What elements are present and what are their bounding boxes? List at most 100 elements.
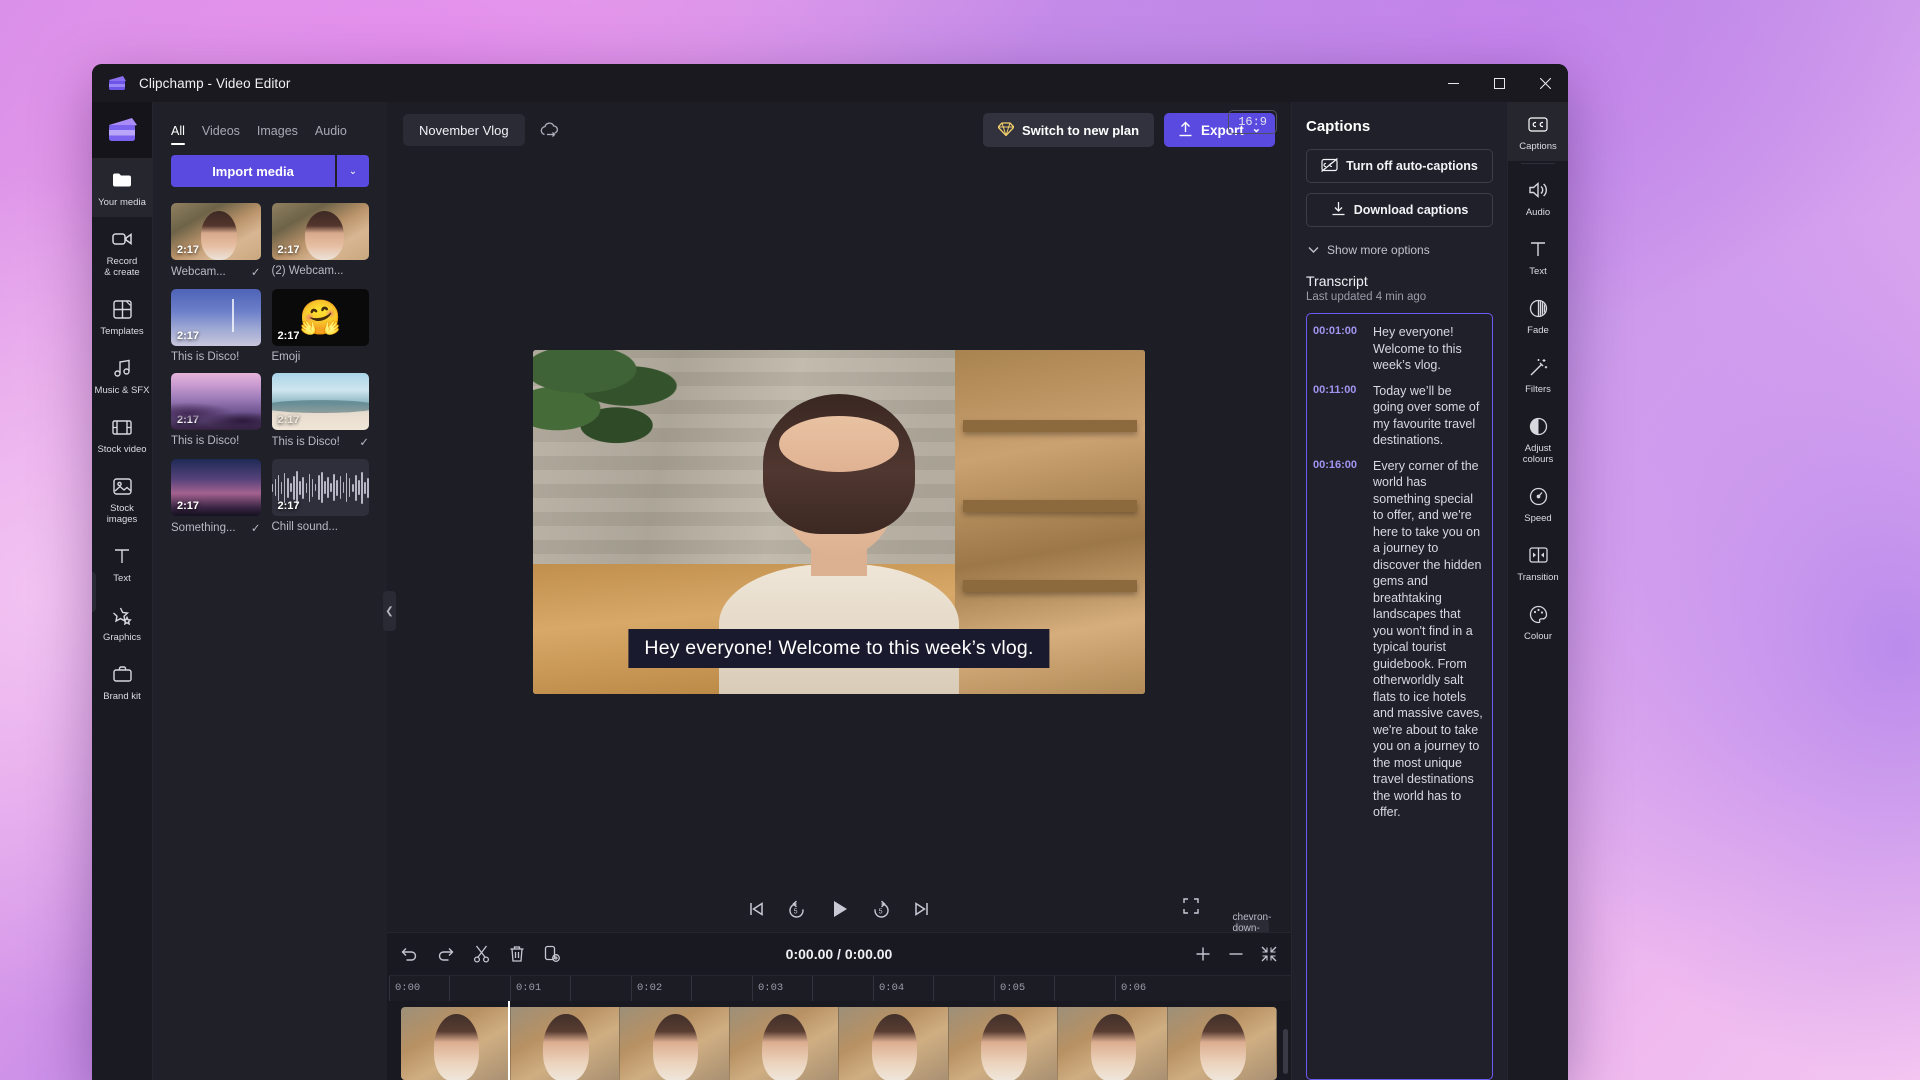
- right-item-label: Adjust colours: [1522, 443, 1554, 465]
- sidebar-item-graphics[interactable]: Graphics: [92, 593, 152, 652]
- right-item-colour[interactable]: Colour: [1508, 592, 1568, 651]
- forward-5-button[interactable]: 5: [872, 900, 891, 919]
- duplicate-button[interactable]: [544, 945, 560, 963]
- image-icon: [111, 475, 133, 497]
- project-name-field[interactable]: November Vlog: [403, 114, 525, 146]
- right-item-filters[interactable]: Filters: [1508, 345, 1568, 404]
- check-icon: ✓: [250, 523, 261, 535]
- svg-text:5: 5: [794, 908, 798, 915]
- video-preview[interactable]: Hey everyone! Welcome to this week’s vlo…: [533, 350, 1145, 694]
- sidebar-item-stock-video[interactable]: Stock video: [92, 405, 152, 464]
- tab-audio[interactable]: Audio: [315, 124, 347, 145]
- play-button[interactable]: [828, 898, 850, 920]
- sidebar-item-stock-images[interactable]: Stock images: [92, 464, 152, 534]
- media-item[interactable]: 2:17 Webcam... ✓: [171, 203, 261, 279]
- media-label-row: Chill sound...: [272, 521, 370, 533]
- close-button[interactable]: [1522, 64, 1568, 102]
- delete-button[interactable]: [509, 945, 525, 963]
- folder-icon: [111, 169, 133, 191]
- fade-icon: [1527, 297, 1549, 319]
- sidebar-item-brand-kit[interactable]: Brand kit: [92, 652, 152, 711]
- import-media-row: Import media ⌄: [153, 145, 387, 187]
- right-item-fade[interactable]: Fade: [1508, 286, 1568, 345]
- split-button[interactable]: [473, 945, 490, 963]
- redo-button[interactable]: [437, 946, 454, 962]
- media-item[interactable]: 2:17 Chill sound...: [271, 459, 370, 535]
- transcript-row[interactable]: 00:01:00 Hey everyone! Welcome to this w…: [1313, 324, 1484, 374]
- sidebar-item-templates[interactable]: Templates: [92, 287, 152, 346]
- switch-plan-button[interactable]: Switch to new plan: [983, 113, 1155, 147]
- ruler-label: 0:06: [1121, 982, 1147, 994]
- right-item-adjust-colours[interactable]: Adjust colours: [1508, 404, 1568, 474]
- timeline-clip[interactable]: [401, 1007, 1277, 1080]
- sidebar-item-label: Your media: [98, 197, 146, 208]
- fit-to-screen-button[interactable]: [1261, 946, 1277, 962]
- right-item-audio[interactable]: Audio: [1508, 168, 1568, 227]
- chevron-down-icon: ⌄: [348, 165, 358, 177]
- media-label-row: This is Disco!: [171, 435, 261, 447]
- skip-to-start-button[interactable]: [747, 900, 765, 918]
- sidebar-item-record-create[interactable]: Record & create: [92, 217, 152, 287]
- maximize-button[interactable]: [1476, 64, 1522, 102]
- sidebar-item-your-media[interactable]: Your media: [92, 158, 152, 217]
- media-item[interactable]: 2:17 This is Disco!: [171, 289, 261, 363]
- download-captions-button[interactable]: Download captions: [1306, 193, 1493, 227]
- captions-panel-title: Captions: [1306, 118, 1371, 135]
- media-item[interactable]: 2:17 This is Disco! ✓: [271, 373, 369, 449]
- timeline-scrollbar[interactable]: [1283, 1029, 1288, 1074]
- tab-all[interactable]: All: [171, 124, 185, 145]
- right-item-captions[interactable]: Captions: [1508, 102, 1568, 161]
- media-duration: 2:17: [177, 244, 200, 256]
- switch-plan-label: Switch to new plan: [1022, 122, 1140, 138]
- show-more-options-button[interactable]: Show more options: [1308, 243, 1493, 257]
- magic-wand-icon: [1527, 356, 1549, 378]
- media-name: This is Disco!: [271, 436, 340, 448]
- sidebar-item-music-sfx[interactable]: Music & SFX: [92, 346, 152, 405]
- download-captions-label: Download captions: [1353, 203, 1469, 217]
- import-media-dropdown-button[interactable]: ⌄: [337, 155, 369, 187]
- media-name: Webcam...: [171, 266, 226, 278]
- speaker-icon: [1527, 179, 1549, 201]
- right-item-transition[interactable]: Transition: [1508, 533, 1568, 592]
- aspect-ratio-button[interactable]: 16:9: [1228, 110, 1277, 134]
- tab-videos[interactable]: Videos: [202, 124, 240, 145]
- zoom-in-button[interactable]: [1195, 946, 1211, 962]
- media-label-row: (2) Webcam...: [272, 265, 370, 277]
- right-item-speed[interactable]: Speed: [1508, 474, 1568, 533]
- undo-button[interactable]: [401, 946, 418, 962]
- sidebar-item-text[interactable]: Text: [92, 534, 152, 593]
- right-item-text[interactable]: Text: [1508, 227, 1568, 286]
- tab-images[interactable]: Images: [257, 124, 298, 145]
- transcript-row[interactable]: 00:11:00 Today we’ll be going over some …: [1313, 383, 1484, 449]
- rewind-5-button[interactable]: 5: [787, 900, 806, 919]
- media-item[interactable]: 2:17 (2) Webcam...: [271, 203, 370, 279]
- cloud-sync-icon[interactable]: [539, 122, 559, 138]
- window-controls: [1430, 64, 1568, 102]
- minimize-button[interactable]: [1430, 64, 1476, 102]
- timeline-track[interactable]: [387, 1001, 1291, 1080]
- skip-to-end-button[interactable]: [913, 900, 931, 918]
- check-icon: ✓: [250, 267, 261, 279]
- turn-off-auto-captions-button[interactable]: Turn off auto-captions: [1306, 149, 1493, 183]
- timeline-playhead[interactable]: [508, 1001, 510, 1080]
- fullscreen-button[interactable]: [1183, 898, 1199, 919]
- media-item[interactable]: 2:17 This is Disco!: [171, 373, 261, 449]
- media-item[interactable]: 🤗 2:17 Emoji: [271, 289, 369, 363]
- media-name: (2) Webcam...: [271, 265, 344, 277]
- transcript-row[interactable]: 00:16:00 Every corner of the world has s…: [1313, 458, 1484, 821]
- media-label-row: This is Disco!: [171, 351, 261, 363]
- collapse-media-panel-handle[interactable]: ❮: [383, 591, 396, 631]
- speedometer-icon: [1527, 485, 1549, 507]
- text-icon: [111, 545, 133, 567]
- timeline-ruler[interactable]: 0:00 0:01 0:02 0:03 0:04 0:05 0:06: [389, 975, 1291, 1001]
- transcript-text: Today we’ll be going over some of my fav…: [1373, 383, 1480, 448]
- diamond-icon: [997, 121, 1015, 139]
- graphics-icon: [111, 604, 133, 626]
- transcript-box[interactable]: 00:01:00 Hey everyone! Welcome to this w…: [1306, 313, 1493, 1080]
- import-media-button[interactable]: Import media: [171, 155, 335, 187]
- media-thumbnail: 🤗 2:17: [271, 289, 369, 346]
- media-item[interactable]: 2:17 Something... ✓: [171, 459, 261, 535]
- zoom-out-button[interactable]: [1228, 946, 1244, 962]
- right-item-label: Speed: [1524, 513, 1552, 524]
- camera-icon: [111, 228, 133, 250]
